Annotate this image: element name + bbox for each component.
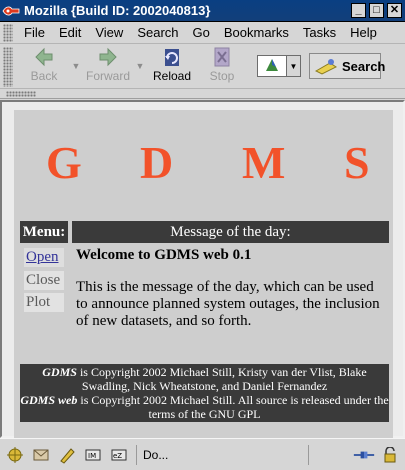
minimize-button[interactable]: _ bbox=[351, 3, 366, 18]
maximize-button[interactable]: □ bbox=[369, 3, 384, 18]
search-button[interactable]: Search bbox=[309, 53, 385, 79]
menu-header: Menu: bbox=[20, 221, 68, 243]
menu-bar: File Edit View Search Go Bookmarks Tasks… bbox=[0, 22, 405, 44]
logo-letter-d: D bbox=[140, 137, 174, 188]
menu-edit[interactable]: Edit bbox=[54, 25, 90, 40]
search-label: Search bbox=[342, 58, 386, 74]
logo-letter-g: G bbox=[46, 137, 82, 188]
status-text: Do... bbox=[136, 444, 306, 465]
search-icon bbox=[314, 57, 338, 75]
menu-bookmarks[interactable]: Bookmarks bbox=[219, 25, 298, 40]
window-title: Mozilla {Build ID: 2002040813} bbox=[24, 3, 211, 18]
side-link-open[interactable]: Open bbox=[24, 248, 64, 267]
copyright-footer: GDMS is Copyright 2002 Michael Still, Kr… bbox=[20, 364, 389, 422]
online-connection-icon[interactable] bbox=[353, 445, 375, 465]
navigator-icon[interactable] bbox=[4, 445, 26, 465]
reload-button[interactable]: Reload bbox=[147, 45, 197, 87]
chevron-down-icon: ▼ bbox=[71, 61, 81, 71]
status-divider bbox=[308, 444, 309, 465]
side-link-plot[interactable]: Plot bbox=[24, 293, 64, 312]
footer-gdms-name: GDMS bbox=[42, 365, 77, 379]
forward-button[interactable]: Forward bbox=[83, 45, 133, 87]
footer-copyright-2: is Copyright 2002 Michael Still. All sou… bbox=[77, 393, 389, 421]
addressbook-icon[interactable]: eZ bbox=[108, 445, 130, 465]
chat-icon[interactable]: IM bbox=[82, 445, 104, 465]
menu-help[interactable]: Help bbox=[345, 25, 386, 40]
menu-tasks[interactable]: Tasks bbox=[298, 25, 345, 40]
menu-go[interactable]: Go bbox=[188, 25, 219, 40]
window-titlebar: Mozilla {Build ID: 2002040813} _ □ ✕ bbox=[0, 0, 405, 22]
forward-label: Forward bbox=[85, 69, 130, 83]
back-label: Back bbox=[30, 69, 58, 83]
reload-icon bbox=[160, 46, 184, 68]
throbber-icon bbox=[263, 56, 281, 77]
forward-dropdown[interactable]: ▼ bbox=[133, 45, 147, 87]
menu-search[interactable]: Search bbox=[132, 25, 187, 40]
motd-header: Message of the day: bbox=[72, 221, 389, 243]
footer-gdmsweb-name: GDMS web bbox=[20, 393, 78, 407]
back-arrow-icon bbox=[32, 46, 56, 68]
gdms-logo: G D M S bbox=[14, 136, 393, 196]
logo-letter-m: M bbox=[242, 137, 286, 188]
navigation-toolbar: Back ▼ Forward ▼ Reload Stop ▼ Search bbox=[0, 45, 405, 89]
throbber[interactable] bbox=[257, 55, 287, 77]
personal-toolbar-grip[interactable] bbox=[6, 91, 36, 97]
minimize-icon: _ bbox=[355, 4, 362, 16]
motd-body: This is the message of the day, which ca… bbox=[76, 279, 380, 329]
throbber-group: ▼ bbox=[257, 55, 301, 77]
back-button[interactable]: Back bbox=[19, 45, 69, 87]
menubar-grip[interactable] bbox=[3, 23, 13, 42]
side-link-close[interactable]: Close bbox=[24, 271, 64, 290]
chevron-down-icon: ▼ bbox=[289, 61, 298, 71]
throbber-dropdown[interactable]: ▼ bbox=[287, 55, 301, 77]
menu-file[interactable]: File bbox=[19, 25, 54, 40]
back-dropdown[interactable]: ▼ bbox=[69, 45, 83, 87]
stop-icon bbox=[210, 46, 234, 68]
close-icon: ✕ bbox=[389, 4, 400, 16]
menu-view[interactable]: View bbox=[90, 25, 132, 40]
footer-copyright-1: is Copyright 2002 Michael Still, Kristy … bbox=[76, 365, 367, 393]
stop-button[interactable]: Stop bbox=[197, 45, 247, 87]
forward-arrow-icon bbox=[96, 46, 120, 68]
logo-letter-s: S bbox=[344, 137, 370, 188]
browser-content-area: G D M S Menu: Message of the day: Open C… bbox=[0, 100, 405, 440]
reload-label: Reload bbox=[152, 69, 192, 83]
gdms-page: G D M S Menu: Message of the day: Open C… bbox=[14, 110, 393, 440]
mail-icon[interactable] bbox=[30, 445, 52, 465]
security-lock-icon[interactable] bbox=[379, 445, 401, 465]
status-right-group bbox=[349, 445, 405, 465]
personal-toolbar-collapsed bbox=[0, 90, 405, 99]
toolbar-grip[interactable] bbox=[3, 47, 13, 87]
maximize-icon: □ bbox=[373, 4, 380, 16]
svg-text:eZ: eZ bbox=[113, 452, 122, 460]
mozilla-app-icon[interactable] bbox=[0, 1, 22, 21]
status-bar: IM eZ Do... bbox=[0, 438, 405, 470]
stop-label: Stop bbox=[209, 69, 235, 83]
composer-icon[interactable] bbox=[56, 445, 78, 465]
close-button[interactable]: ✕ bbox=[387, 3, 402, 18]
chevron-down-icon: ▼ bbox=[135, 61, 145, 71]
motd-title: Welcome to GDMS web 0.1 bbox=[76, 247, 252, 263]
svg-text:IM: IM bbox=[88, 452, 96, 460]
